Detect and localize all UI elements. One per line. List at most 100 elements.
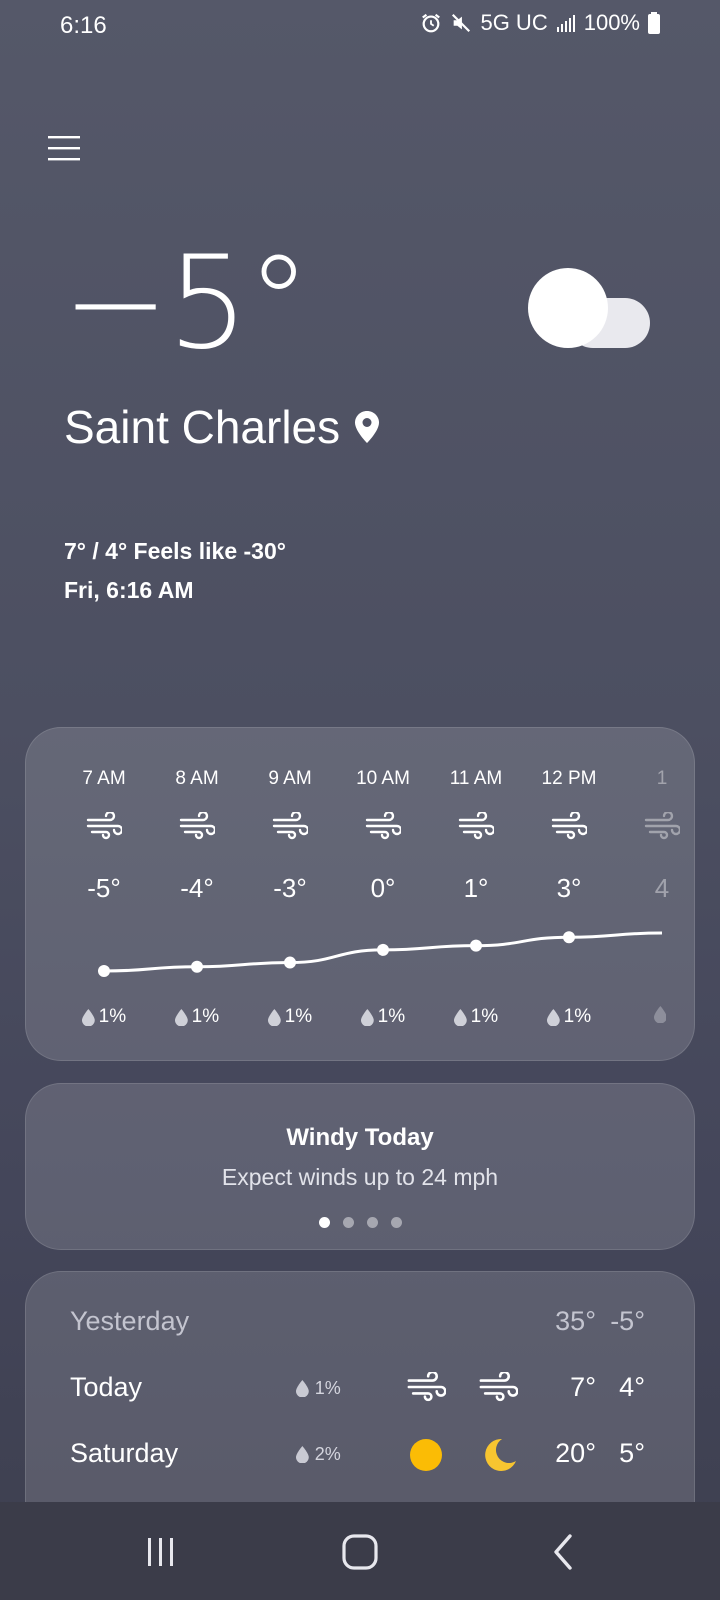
raindrop-icon (653, 1006, 667, 1023)
raindrop-icon (296, 1380, 309, 1397)
daily-row[interactable]: Saturday 2% 20° 5° (26, 1438, 696, 1488)
signal-icon (556, 15, 575, 32)
back-icon[interactable] (540, 1530, 590, 1574)
hour-column: 9 AM -3° 1% (242, 728, 338, 1060)
day-low: 5° (619, 1438, 645, 1468)
weather-alert-card[interactable]: Windy Today Expect winds up to 24 mph (25, 1083, 695, 1250)
navigation-bar (0, 1502, 720, 1600)
hour-column: 14 (614, 728, 694, 1060)
wind-icon (272, 810, 310, 840)
raindrop-icon (81, 1008, 95, 1026)
page-dot[interactable] (390, 1217, 402, 1228)
page-dot[interactable] (318, 1217, 330, 1228)
daily-forecast-card[interactable]: Yesterday 35° -5° Today 1% 7° 4° Saturday 2% 20° 5… (25, 1271, 695, 1531)
hour-time: 12 PM (541, 768, 597, 789)
hour-temp: 1° (463, 873, 489, 903)
hour-precip: 1% (521, 1006, 617, 1028)
location-pin-icon (355, 411, 380, 443)
night-condition-icon (478, 1370, 519, 1406)
hour-wind-icon (644, 810, 682, 840)
hour-temp: -5° (87, 873, 121, 903)
page-indicator (26, 1217, 694, 1228)
raindrop-icon (296, 1446, 309, 1463)
mute-icon (452, 13, 471, 33)
day-condition-icon (406, 1370, 447, 1406)
wind-icon (179, 810, 217, 840)
hour-precip: 1% (56, 1006, 152, 1028)
wind-icon (458, 810, 496, 840)
hour-precip: 1% (149, 1006, 245, 1028)
hour-time: 9 AM (268, 768, 312, 789)
recent-apps-icon[interactable] (136, 1530, 186, 1574)
status-time: 6:16 (60, 12, 107, 39)
alert-subtitle: Expect winds up to 24 mph (221, 1164, 499, 1190)
wind-icon (551, 810, 589, 840)
wind-icon (86, 810, 124, 840)
moon-icon (485, 1438, 516, 1471)
hour-wind-icon (86, 810, 124, 840)
city-name: Saint Charles (64, 401, 341, 453)
hour-time: 8 AM (175, 768, 219, 789)
hour-temp: 0° (370, 873, 396, 903)
night-condition-icon (478, 1438, 518, 1472)
day-name: Today (70, 1372, 143, 1402)
menu-icon[interactable] (44, 130, 84, 166)
hour-time: 11 AM (449, 768, 503, 789)
current-temperature: −5° (62, 229, 311, 378)
daily-row[interactable]: Today 1% 7° 4° (26, 1370, 696, 1422)
day-name: Saturday (70, 1438, 179, 1468)
hour-temp: -3° (273, 873, 307, 903)
page-dot[interactable] (342, 1217, 354, 1228)
sun-icon (410, 1439, 442, 1471)
wind-icon (644, 810, 682, 840)
hour-precip (614, 1006, 694, 1023)
status-bar: 6:16 5G UC 100% (0, 0, 720, 52)
hour-column: 11 AM 1° 1% (428, 728, 524, 1060)
hour-wind-icon (365, 810, 403, 840)
hour-temp: 4 (654, 873, 670, 903)
date-time: Fri, 6:16 AM (64, 577, 194, 603)
hi-lo-feels-like: 7° / 4° Feels like -30° (64, 538, 286, 564)
battery-percent: 100% (583, 10, 640, 35)
hour-time: 1 (656, 768, 668, 789)
cloud-icon (528, 268, 650, 348)
day-high: 20° (555, 1438, 596, 1468)
page-dot[interactable] (366, 1217, 378, 1228)
network-label: 5G UC (480, 10, 548, 35)
hour-time: 7 AM (82, 768, 126, 789)
hour-precip: 1% (428, 1006, 524, 1028)
raindrop-icon (453, 1008, 467, 1026)
wind-icon (407, 1370, 447, 1402)
day-high: 35° (555, 1306, 596, 1336)
day-name: Yesterday (70, 1306, 190, 1336)
day-low: -5° (610, 1306, 645, 1336)
hour-precip: 1% (335, 1006, 431, 1028)
hour-wind-icon (458, 810, 496, 840)
hour-column: 12 PM 3° 1% (521, 728, 617, 1060)
raindrop-icon (360, 1008, 374, 1026)
hour-precip: 1% (242, 1006, 338, 1028)
hour-temp: -4° (180, 873, 214, 903)
home-icon[interactable] (335, 1530, 385, 1574)
location[interactable]: Saint Charles (64, 400, 380, 454)
hour-temp: 3° (556, 873, 582, 903)
day-low: 4° (619, 1372, 645, 1402)
hour-wind-icon (272, 810, 310, 840)
battery-icon (648, 12, 660, 34)
wind-icon (479, 1370, 519, 1402)
raindrop-icon (546, 1008, 560, 1026)
hour-wind-icon (551, 810, 589, 840)
day-precip: 1% (296, 1378, 341, 1399)
day-condition-icon (406, 1438, 446, 1472)
current-summary: 7° / 4° Feels like -30° Fri, 6:16 AM (64, 532, 286, 610)
hour-time: 10 AM (356, 768, 410, 789)
alert-title: Windy Today (286, 1124, 434, 1151)
raindrop-icon (174, 1008, 188, 1026)
raindrop-icon (267, 1008, 281, 1026)
hour-column: 10 AM 0° 1% (335, 728, 431, 1060)
hour-column: 7 AM -5° 1% (56, 728, 152, 1060)
hour-wind-icon (179, 810, 217, 840)
alarm-icon (422, 13, 441, 33)
hourly-forecast-card[interactable]: 7 AM -5° 1% 8 AM -4° 1% 9 AM -3° 1% 10 AM 0° 1% 11 A… (25, 727, 695, 1061)
daily-row[interactable]: Yesterday 35° -5° (26, 1306, 696, 1356)
